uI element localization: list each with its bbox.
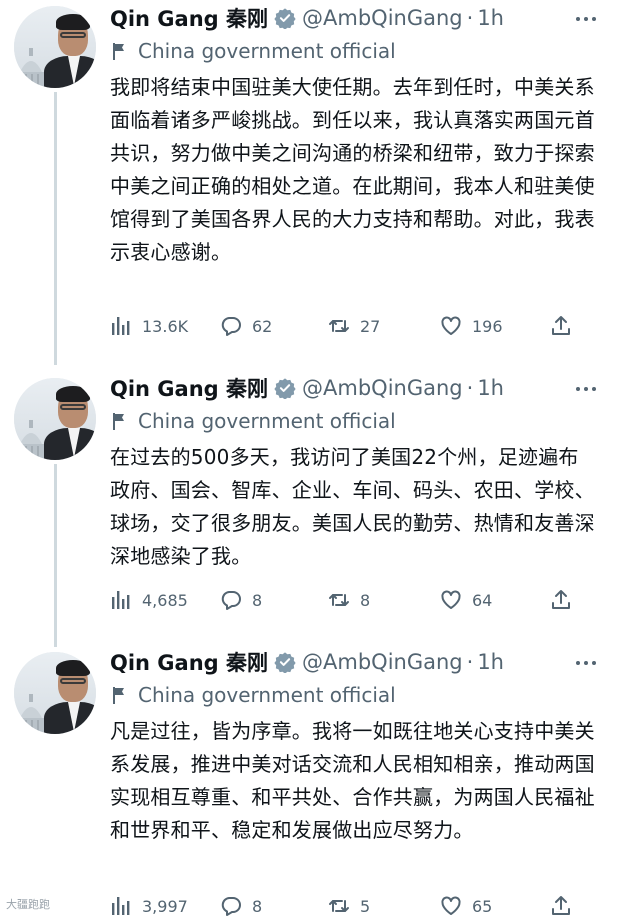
verified-badge-icon	[274, 8, 296, 29]
retweet-count: 5	[360, 896, 371, 916]
tweet-text: 在过去的500多天，我访问了美国22个州，足迹遍布政府、国会、智库、企业、车间、…	[110, 445, 595, 568]
verified-badge-icon	[274, 652, 296, 673]
government-label[interactable]: China government official	[110, 405, 600, 437]
timestamp[interactable]: 1h	[477, 376, 504, 400]
reply-count: 62	[252, 316, 273, 336]
speech-bubble-icon	[221, 317, 241, 336]
action-bar: 3,997 8 5 65	[110, 893, 580, 918]
like-count: 64	[472, 590, 493, 610]
retweet-count: 8	[360, 590, 371, 610]
share-button[interactable]	[550, 895, 582, 917]
display-name[interactable]: Qin Gang 秦刚	[110, 373, 268, 403]
flag-icon	[113, 687, 124, 704]
avatar[interactable]	[14, 6, 96, 88]
tweet-header: Qin Gang 秦刚 @AmbQinGang · 1h	[110, 648, 600, 676]
thread-line	[54, 464, 57, 647]
tweet-text: 我即将结束中国驻美大使任期。去年到任时，中美关系面临着诸多严峻挑战。到任以来，我…	[110, 75, 595, 264]
tweet-text: 凡是过往，皆为序章。我将一如既往地关心支持中美关系发展，推进中美对话交流和人民相…	[110, 719, 595, 842]
tweet[interactable]: Qin Gang 秦刚 @AmbQinGang · 1h China gover…	[0, 646, 619, 918]
tweet[interactable]: Qin Gang 秦刚 @AmbQinGang · 1h China gover…	[0, 0, 619, 365]
capitol-dome-icon	[16, 420, 46, 460]
bar-chart-icon	[112, 897, 130, 915]
reply-button[interactable]: 8	[220, 895, 262, 917]
views-button[interactable]: 13.6K	[110, 315, 188, 337]
separator-dot: ·	[466, 650, 474, 674]
share-button[interactable]	[550, 315, 582, 337]
reply-button[interactable]: 62	[220, 315, 272, 337]
retweet-button[interactable]: 27	[328, 315, 380, 337]
views-button[interactable]: 3,997	[110, 895, 188, 917]
tweet-header: Qin Gang 秦刚 @AmbQinGang · 1h	[110, 374, 600, 402]
views-button[interactable]: 4,685	[110, 589, 188, 611]
speech-bubble-icon	[221, 591, 241, 610]
retweet-button[interactable]: 5	[328, 895, 370, 917]
more-dots-icon[interactable]	[574, 650, 600, 670]
separator-dot: ·	[466, 376, 474, 400]
retweet-arrows-icon	[329, 320, 349, 332]
like-button[interactable]: 196	[440, 315, 503, 337]
handle[interactable]: @AmbQinGang	[302, 376, 463, 400]
share-upload-icon	[552, 316, 570, 335]
bar-chart-icon	[112, 591, 130, 609]
retweet-arrows-icon	[329, 594, 349, 606]
reply-button[interactable]: 8	[220, 589, 262, 611]
tweet[interactable]: Qin Gang 秦刚 @AmbQinGang · 1h China gover…	[0, 372, 619, 647]
like-button[interactable]: 65	[440, 895, 492, 917]
tweet-header: Qin Gang 秦刚 @AmbQinGang · 1h	[110, 4, 600, 32]
retweet-button[interactable]: 8	[328, 589, 370, 611]
heart-icon	[441, 590, 461, 609]
retweet-arrows-icon	[329, 900, 349, 912]
share-upload-icon	[552, 590, 570, 609]
flag-icon	[113, 43, 124, 60]
action-bar: 13.6K 62 27 196	[110, 313, 580, 339]
label-text: China government official	[138, 39, 396, 63]
heart-icon	[441, 896, 461, 915]
share-button[interactable]	[550, 589, 582, 611]
heart-icon	[441, 316, 461, 335]
action-bar: 4,685 8 8 64	[110, 587, 580, 613]
government-label[interactable]: China government official	[110, 35, 600, 67]
verified-badge-icon	[274, 378, 296, 399]
label-text: China government official	[138, 409, 396, 433]
reply-count: 8	[252, 896, 263, 916]
label-text: China government official	[138, 683, 396, 707]
avatar[interactable]	[14, 378, 96, 460]
timestamp[interactable]: 1h	[477, 650, 504, 674]
display-name[interactable]: Qin Gang 秦刚	[110, 3, 268, 33]
views-count: 4,685	[142, 590, 188, 610]
bar-chart-icon	[112, 317, 130, 335]
thread-line	[54, 92, 57, 365]
retweet-count: 27	[360, 316, 381, 336]
handle[interactable]: @AmbQinGang	[302, 650, 463, 674]
timestamp[interactable]: 1h	[477, 6, 504, 30]
share-upload-icon	[552, 896, 570, 915]
display-name[interactable]: Qin Gang 秦刚	[110, 647, 268, 677]
speech-bubble-icon	[221, 897, 241, 916]
watermark: 大疆跑跑	[6, 898, 50, 911]
reply-count: 8	[252, 590, 263, 610]
handle[interactable]: @AmbQinGang	[302, 6, 463, 30]
like-count: 65	[472, 896, 493, 916]
separator-dot: ·	[466, 6, 474, 30]
more-dots-icon[interactable]	[574, 376, 600, 396]
flag-icon	[113, 413, 124, 430]
more-dots-icon[interactable]	[574, 6, 600, 26]
avatar[interactable]	[14, 652, 96, 734]
capitol-dome-icon	[16, 694, 46, 734]
views-count: 13.6K	[142, 316, 189, 336]
government-label[interactable]: China government official	[110, 679, 600, 711]
like-button[interactable]: 64	[440, 589, 492, 611]
capitol-dome-icon	[16, 48, 46, 88]
views-count: 3,997	[142, 896, 188, 916]
like-count: 196	[472, 316, 503, 336]
